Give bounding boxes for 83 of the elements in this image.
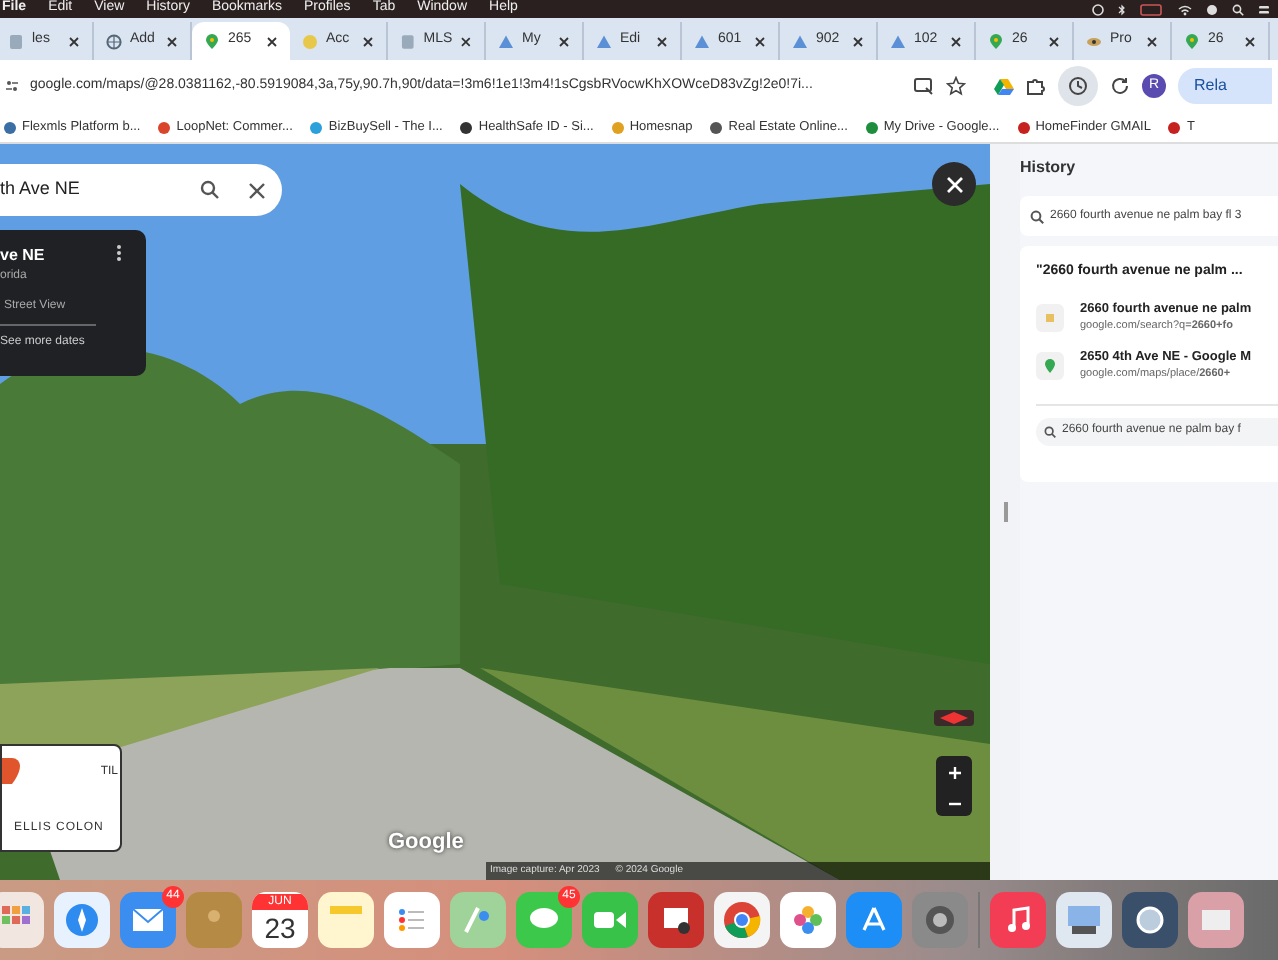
map-pin-icon — [988, 33, 1004, 49]
drive-icon[interactable] — [994, 77, 1014, 95]
map-icon[interactable] — [450, 892, 506, 948]
clock-icon[interactable] — [1092, 3, 1104, 15]
search-icon[interactable] — [1232, 3, 1244, 15]
checklist-icon[interactable] — [384, 892, 440, 948]
page-icon — [400, 33, 416, 49]
search-icon — [1030, 209, 1044, 223]
close-tab-icon[interactable] — [1146, 35, 1158, 47]
refresh-icon[interactable] — [1110, 76, 1130, 96]
image-viewer-icon[interactable] — [1056, 892, 1112, 948]
search-icon — [1044, 425, 1056, 437]
zoom-control[interactable] — [936, 756, 972, 816]
close-tab-icon[interactable] — [166, 35, 178, 47]
close-tab-icon[interactable] — [266, 35, 278, 47]
window-icon[interactable] — [1188, 892, 1244, 948]
envelope-icon[interactable] — [120, 892, 176, 948]
battery-icon[interactable] — [1140, 3, 1164, 15]
zoom-out-icon[interactable] — [947, 801, 961, 806]
close-tab-icon[interactable] — [656, 35, 668, 47]
gear-icon[interactable] — [912, 892, 968, 948]
search-field[interactable]: th Ave NE — [0, 164, 282, 216]
google-logo: Google — [388, 828, 464, 858]
triangle-icon — [694, 33, 710, 49]
bookmark-favicon-icon — [1017, 121, 1030, 133]
history-button[interactable] — [1058, 66, 1098, 106]
place-title: ve NE — [0, 244, 45, 268]
more-options-icon[interactable] — [116, 244, 122, 262]
photo-icon[interactable] — [648, 892, 704, 948]
compass-icon[interactable] — [934, 710, 974, 726]
control-center-icon[interactable] — [1258, 3, 1270, 15]
bookmark-favicon-icon — [611, 121, 624, 133]
music-note-icon[interactable] — [990, 892, 1046, 948]
close-tab-icon[interactable] — [950, 35, 962, 47]
chrome-icon[interactable] — [714, 892, 770, 948]
app-store-icon[interactable] — [846, 892, 902, 948]
compass-icon[interactable] — [54, 892, 110, 948]
site-settings-icon[interactable] — [6, 80, 18, 92]
close-icon[interactable] — [248, 181, 266, 199]
flower-icon[interactable] — [780, 892, 836, 948]
puzzle-icon[interactable] — [1026, 76, 1046, 96]
bookmark-favicon-icon — [865, 121, 878, 133]
close-tab-icon[interactable] — [460, 35, 472, 47]
bookmark-favicon-icon — [460, 121, 473, 133]
wifi-icon[interactable] — [1178, 3, 1192, 15]
bookmark-favicon-icon — [1168, 121, 1181, 133]
zoom-in-icon[interactable] — [947, 766, 961, 781]
search-result-icon — [1036, 303, 1064, 331]
bluetooth-icon[interactable] — [1118, 3, 1126, 15]
bookmark-favicon-icon — [310, 121, 323, 133]
triangle-icon — [596, 33, 612, 49]
relaunch-button[interactable]: Rela — [1178, 68, 1272, 104]
page-icon — [8, 33, 24, 49]
search-icon[interactable] — [200, 180, 220, 200]
badge-icon — [302, 33, 318, 49]
close-tab-icon[interactable] — [68, 35, 80, 47]
close-tab-icon[interactable] — [558, 35, 570, 47]
close-tab-icon[interactable] — [852, 35, 864, 47]
triangle-icon — [498, 33, 514, 49]
bookmark-favicon-icon — [710, 121, 723, 133]
map-pin-icon — [2, 758, 20, 786]
eye-icon — [1086, 33, 1102, 49]
close-tab-icon[interactable] — [362, 35, 374, 47]
map-pin-icon — [1184, 33, 1200, 49]
chat-bubble-icon[interactable] — [516, 892, 572, 948]
close-icon — [945, 175, 963, 193]
bookmark-star-icon[interactable] — [946, 76, 966, 96]
globe-icon — [106, 33, 122, 49]
triangle-icon — [792, 33, 808, 49]
install-icon[interactable] — [914, 77, 934, 95]
close-tab-icon[interactable] — [754, 35, 766, 47]
map-pin-icon — [1036, 351, 1064, 379]
grid-icon[interactable] — [0, 892, 44, 948]
close-tab-icon[interactable] — [1048, 35, 1060, 47]
close-tab-icon[interactable] — [1244, 35, 1256, 47]
magnifier-icon[interactable] — [1122, 892, 1178, 948]
panel-title: History — [1020, 156, 1078, 180]
video-camera-icon[interactable] — [582, 892, 638, 948]
triangle-icon — [890, 33, 906, 49]
bookmark-favicon-icon — [4, 121, 16, 133]
history-icon — [1068, 76, 1088, 96]
map-pin-icon — [204, 33, 220, 49]
bookmark-favicon-icon — [158, 121, 171, 133]
